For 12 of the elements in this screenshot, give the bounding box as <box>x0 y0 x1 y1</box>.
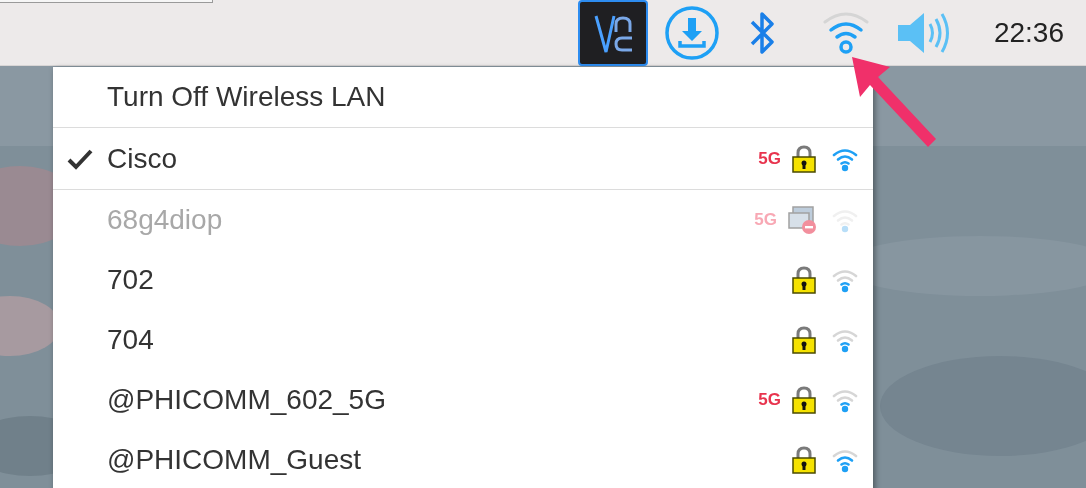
network-name[interactable]: 704 <box>107 319 791 361</box>
menu-item[interactable]: Turn Off Wireless LAN <box>107 76 386 118</box>
network-name[interactable]: @PHICOMM_Guest <box>107 439 791 481</box>
blocked-computer-icon <box>787 205 817 235</box>
network-name[interactable]: Cisco <box>107 137 759 180</box>
network-name[interactable]: 702 <box>107 259 791 301</box>
network-name[interactable]: @PHICOMM_602_5G <box>107 379 759 421</box>
band-label: 5G <box>758 147 781 170</box>
band-label: 5G <box>754 209 777 232</box>
band-label: 5G <box>758 389 781 412</box>
clock[interactable]: 22:36 <box>993 0 1064 65</box>
vnc-icon[interactable] <box>577 0 648 66</box>
